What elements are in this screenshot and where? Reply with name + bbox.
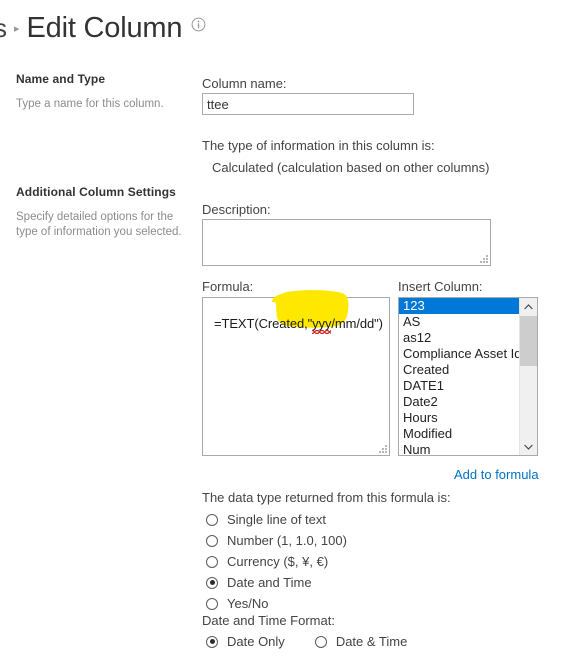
description-label: Description:: [202, 202, 271, 217]
section-title: Name and Type: [16, 72, 106, 86]
return-data-type-label: The data type returned from this formula…: [202, 490, 451, 505]
listbox-option[interactable]: Num: [399, 442, 520, 455]
radio-selected-icon[interactable]: [206, 576, 218, 589]
listbox-option[interactable]: 123: [399, 298, 520, 314]
return-data-type-option[interactable]: Number (1, 1.0, 100): [206, 530, 347, 551]
return-data-type-option[interactable]: Single line of text: [206, 509, 347, 530]
radio-unselected-icon[interactable]: [206, 555, 218, 568]
radio-unselected-icon[interactable]: [206, 534, 218, 547]
section-title: Additional Column Settings: [16, 185, 176, 199]
return-data-type-option-label: Number (1, 1.0, 100): [227, 533, 347, 548]
listbox-option[interactable]: Modified: [399, 426, 520, 442]
breadcrumb-separator-icon: ▸: [14, 23, 20, 35]
add-to-formula-link[interactable]: Add to formula: [454, 467, 539, 482]
listbox-option[interactable]: DATE1: [399, 378, 520, 394]
type-of-information-value: Calculated (calculation based on other c…: [212, 160, 490, 175]
column-name-input[interactable]: [202, 93, 414, 115]
return-data-type-option[interactable]: Currency ($, ¥, €): [206, 551, 347, 572]
page-title: Edit Column: [26, 12, 183, 44]
radio-selected-icon[interactable]: [206, 635, 218, 648]
listbox-option[interactable]: Created: [399, 362, 520, 378]
listbox-option[interactable]: AS: [399, 314, 520, 330]
return-data-type-radio-group: Single line of text Number (1, 1.0, 100) C…: [206, 509, 347, 614]
insert-column-listbox[interactable]: 123 AS as12 Compliance Asset Id Created DATE1…: [398, 297, 538, 456]
formula-label: Formula:: [202, 279, 254, 294]
date-and-time-format-option[interactable]: Date & Time: [314, 631, 408, 652]
info-icon[interactable]: [191, 17, 206, 32]
section-description: Type a name for this column.: [16, 98, 164, 110]
date-and-time-format-radio-group: Date Only Date & Time: [206, 631, 407, 652]
description-textarea[interactable]: [202, 219, 491, 266]
breadcrumb-parent-truncated[interactable]: s: [0, 13, 7, 44]
insert-column-option-list: 123 AS as12 Compliance Asset Id Created DATE1…: [399, 298, 520, 455]
section-description: Specify detailed options for the type of…: [16, 211, 182, 238]
return-data-type-option-label: Currency ($, ¥, €): [227, 554, 329, 569]
scroll-up-arrow-icon[interactable]: [520, 298, 537, 315]
listbox-option[interactable]: Compliance Asset Id: [399, 346, 520, 362]
radio-unselected-icon[interactable]: [314, 635, 327, 648]
return-data-type-option[interactable]: Yes/No: [206, 593, 347, 614]
breadcrumb: s ▸ Edit Column: [0, 12, 206, 45]
column-name-label: Column name:: [202, 76, 287, 91]
date-and-time-format-label: Date and Time Format:: [202, 613, 335, 628]
scrollbar-thumb[interactable]: [520, 316, 537, 366]
listbox-scrollbar[interactable]: [519, 298, 537, 455]
section-additional-column-settings: Additional Column Settings Specify detai…: [16, 185, 191, 240]
section-name-and-type: Name and Type Type a name for this colum…: [16, 72, 191, 112]
date-and-time-format-option[interactable]: Date Only: [206, 631, 285, 652]
listbox-option[interactable]: as12: [399, 330, 520, 346]
page-header: s ▸ Edit Column: [0, 0, 584, 58]
return-data-type-option-label: Yes/No: [227, 596, 269, 611]
listbox-option[interactable]: Date2: [399, 394, 520, 410]
type-of-information-label: The type of information in this column i…: [202, 138, 435, 153]
formula-textarea[interactable]: [202, 297, 390, 456]
return-data-type-option-label: Date and Time: [227, 575, 312, 590]
return-data-type-option[interactable]: Date and Time: [206, 572, 347, 593]
radio-unselected-icon[interactable]: [206, 513, 218, 526]
date-and-time-format-option-label: Date Only: [227, 634, 285, 649]
listbox-option[interactable]: Hours: [399, 410, 520, 426]
date-and-time-format-option-label: Date & Time: [335, 634, 408, 649]
radio-unselected-icon[interactable]: [206, 597, 218, 610]
scroll-down-arrow-icon[interactable]: [520, 438, 537, 455]
return-data-type-option-label: Single line of text: [227, 512, 327, 527]
insert-column-label: Insert Column:: [398, 279, 483, 294]
